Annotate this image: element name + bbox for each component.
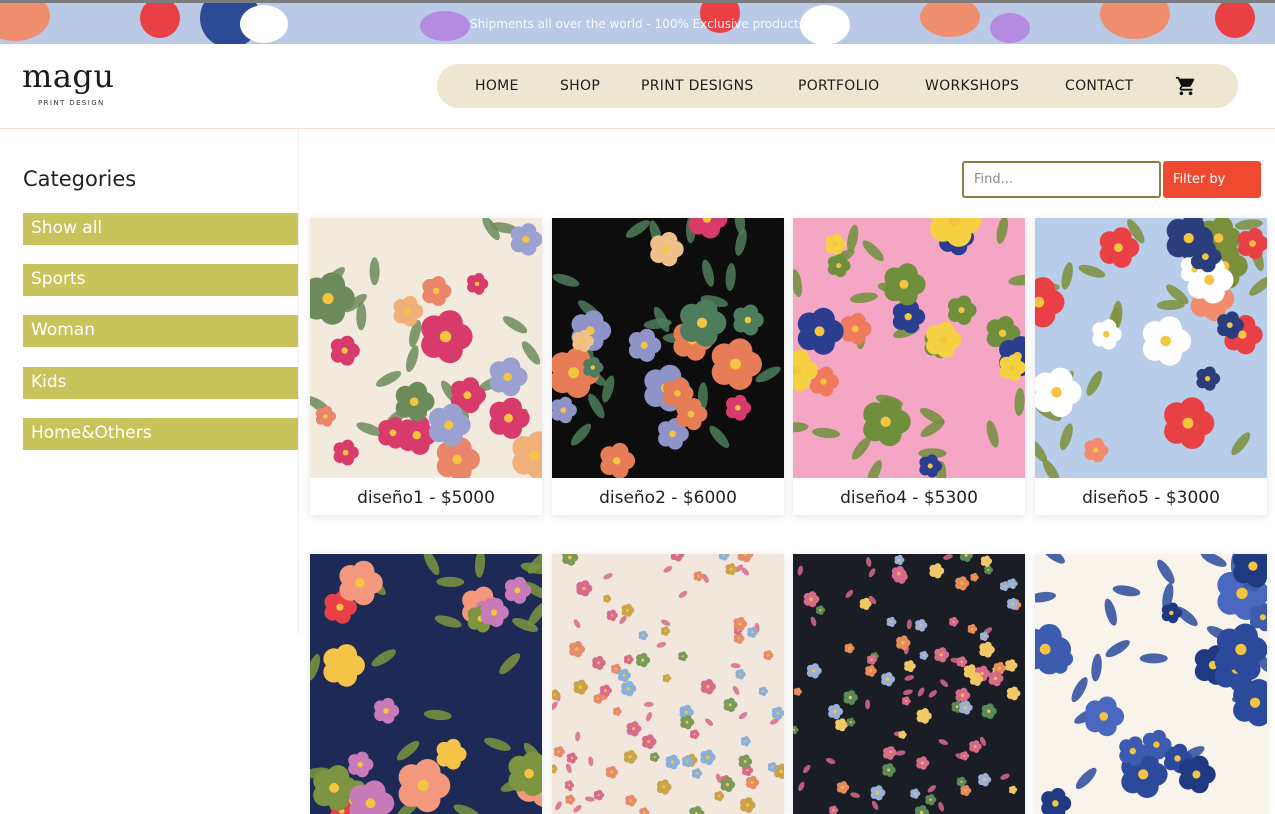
nav-shop[interactable]: SHOP (560, 78, 600, 94)
floral-pattern (310, 218, 542, 478)
product-card[interactable]: diseño2 - $6000 (552, 218, 784, 515)
floral-pattern (310, 554, 542, 814)
category-kids[interactable]: Kids (23, 367, 298, 399)
floral-pattern (1035, 554, 1267, 814)
product-image[interactable] (1035, 218, 1267, 478)
announcement-bar: Shipments all over the world - 100% Excl… (0, 0, 1275, 44)
categories-title: Categories (23, 167, 136, 191)
nav-contact[interactable]: CONTACT (1065, 78, 1134, 94)
announcement-text: Shipments all over the world - 100% Excl… (0, 17, 1275, 31)
product-caption[interactable]: diseño2 - $6000 (552, 478, 784, 515)
product-card[interactable]: diseño4 - $5300 (793, 218, 1025, 515)
shopping-cart-icon[interactable] (1175, 75, 1197, 97)
product-card[interactable] (552, 554, 784, 814)
product-card[interactable]: diseño1 - $5000 (310, 218, 542, 515)
site-header: magu PRINT DESIGN HOME SHOP PRINT DESIGN… (0, 44, 1275, 129)
category-show-all[interactable]: Show all (23, 213, 298, 245)
product-image[interactable] (793, 218, 1025, 478)
floral-pattern (552, 218, 784, 478)
product-image[interactable] (310, 218, 542, 478)
product-image[interactable] (310, 554, 542, 814)
product-caption[interactable]: diseño1 - $5000 (310, 478, 542, 515)
product-card[interactable] (310, 554, 542, 814)
nav-workshops[interactable]: WORKSHOPS (925, 78, 1019, 94)
floral-pattern (793, 554, 1025, 814)
brand-logo[interactable]: magu PRINT DESIGN (22, 59, 132, 117)
product-caption[interactable]: diseño5 - $3000 (1035, 478, 1267, 515)
nav-home[interactable]: HOME (475, 78, 519, 94)
filter-by-button[interactable]: Filter by (1163, 161, 1261, 198)
category-home-others[interactable]: Home&Others (23, 418, 298, 450)
product-caption[interactable]: diseño4 - $5300 (793, 478, 1025, 515)
category-woman[interactable]: Woman (23, 315, 298, 347)
main-nav: HOME SHOP PRINT DESIGNS PORTFOLIO WORKSH… (437, 64, 1238, 108)
product-image[interactable] (793, 554, 1025, 814)
search-input[interactable] (962, 161, 1161, 198)
brand-tagline: PRINT DESIGN (38, 99, 132, 107)
nav-print-designs[interactable]: PRINT DESIGNS (641, 78, 754, 94)
product-image[interactable] (552, 554, 784, 814)
product-card[interactable] (1035, 554, 1267, 814)
product-image[interactable] (552, 218, 784, 478)
brand-name: magu (22, 59, 132, 93)
product-card[interactable]: diseño5 - $3000 (1035, 218, 1267, 515)
floral-pattern (552, 554, 784, 814)
product-image[interactable] (1035, 554, 1267, 814)
floral-pattern (1035, 218, 1267, 478)
category-sports[interactable]: Sports (23, 264, 298, 296)
nav-portfolio[interactable]: PORTFOLIO (798, 78, 879, 94)
category-sidebar: Categories Show all Sports Woman Kids Ho… (0, 129, 299, 634)
floral-pattern (793, 218, 1025, 478)
product-card[interactable] (793, 554, 1025, 814)
